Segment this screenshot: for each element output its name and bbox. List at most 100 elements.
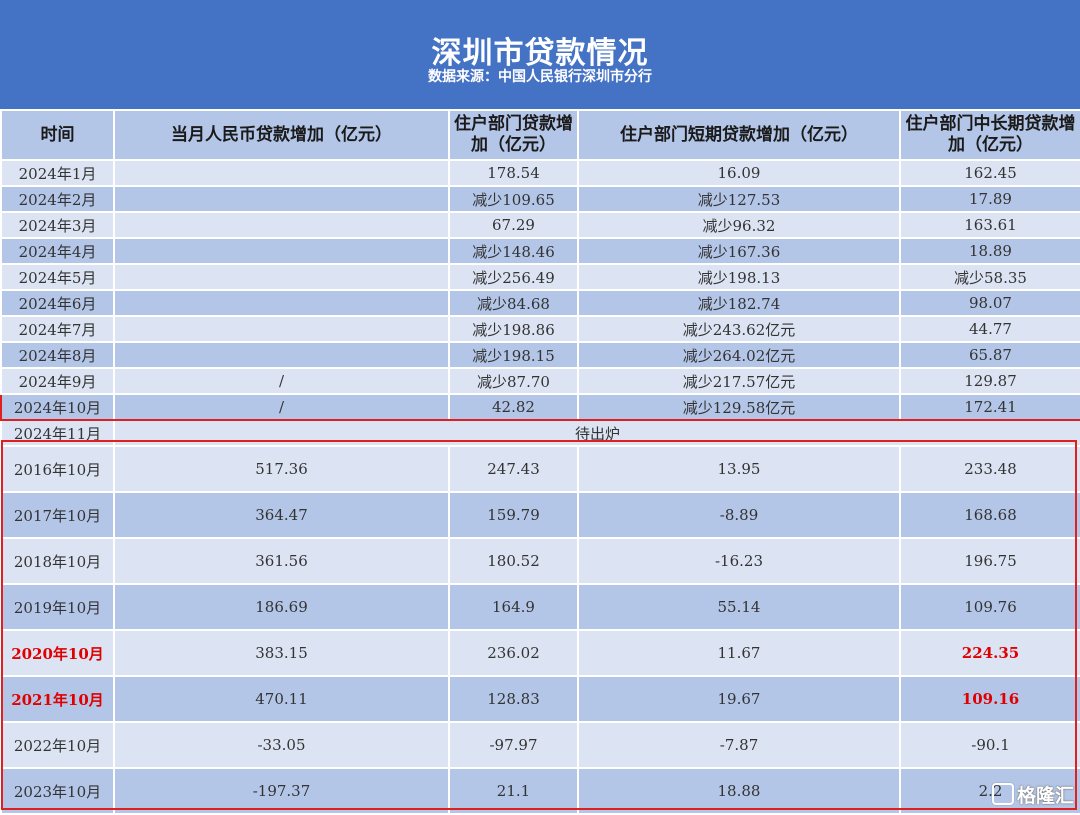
cell-time: 2024年3月 [0, 211, 115, 239]
table-row: 2024年4月 减少148.46 减少167.36 18.89 [0, 237, 1080, 265]
cell-rmb-loan [113, 159, 450, 187]
cell-short-term: 减少127.53 [577, 185, 901, 213]
cell-rmb-loan [113, 315, 450, 343]
cell-short-term: 减少129.58亿元 [577, 393, 901, 421]
cell-short-term: 13.95 [577, 445, 901, 493]
cell-rmb-loan [113, 211, 450, 239]
cell-pending-note: 待出炉 [113, 419, 1080, 447]
cell-time: 2024年1月 [0, 159, 115, 187]
table-row: 2023年10月 -197.37 21.1 18.88 2.2 [0, 767, 1080, 815]
cell-long-term: 129.87 [899, 367, 1080, 395]
cell-long-term: 196.75 [899, 537, 1080, 585]
table-row: 2016年10月 517.36 247.43 13.95 233.48 [0, 445, 1080, 493]
cell-time: 2016年10月 [0, 445, 115, 493]
col-header-rmb-loan: 当月人民币贷款增加（亿元） [113, 109, 450, 161]
table-row: 2024年1月 178.54 16.09 162.45 [0, 159, 1080, 187]
cell-rmb-loan [113, 263, 450, 291]
watermark-logo-icon [991, 783, 1014, 805]
cell-household: 159.79 [448, 491, 579, 539]
cell-household: 178.54 [448, 159, 579, 187]
cell-household: 247.43 [448, 445, 579, 493]
cell-household: 128.83 [448, 675, 579, 723]
cell-time: 2022年10月 [0, 721, 115, 769]
cell-household: 减少87.70 [448, 367, 579, 395]
cell-time: 2018年10月 [0, 537, 115, 585]
cell-time: 2021年10月 [0, 675, 115, 723]
table-row: 2020年10月 383.15 236.02 11.67 224.35 [0, 629, 1080, 677]
cell-long-term: 44.77 [899, 315, 1080, 343]
cell-household: 减少148.46 [448, 237, 579, 265]
cell-long-term: 17.89 [899, 185, 1080, 213]
cell-rmb-loan [113, 289, 450, 317]
cell-rmb-loan: 361.56 [113, 537, 450, 585]
cell-short-term: 18.88 [577, 767, 901, 815]
cell-short-term: 55.14 [577, 583, 901, 631]
cell-short-term: -7.87 [577, 721, 901, 769]
cell-time: 2019年10月 [0, 583, 115, 631]
cell-long-term: 233.48 [899, 445, 1080, 493]
cell-household: -97.97 [448, 721, 579, 769]
cell-long-term: 224.35 [899, 629, 1080, 677]
cell-rmb-loan: / [113, 393, 450, 421]
cell-household: 164.9 [448, 583, 579, 631]
cell-rmb-loan: 186.69 [113, 583, 450, 631]
cell-rmb-loan: 364.47 [113, 491, 450, 539]
cell-time: 2024年11月 [0, 419, 115, 447]
cell-short-term: 减少182.74 [577, 289, 901, 317]
cell-long-term: -90.1 [899, 721, 1080, 769]
cell-time: 2024年7月 [0, 315, 115, 343]
cell-short-term: 减少217.57亿元 [577, 367, 901, 395]
cell-short-term: 减少243.62亿元 [577, 315, 901, 343]
cell-rmb-loan: 383.15 [113, 629, 450, 677]
loan-table: 时间 当月人民币贷款增加（亿元） 住户部门贷款增加（亿元） 住户部门短期贷款增加… [0, 109, 1080, 815]
cell-long-term: 98.07 [899, 289, 1080, 317]
cell-rmb-loan: -197.37 [113, 767, 450, 815]
cell-time: 2024年2月 [0, 185, 115, 213]
data-source: 数据来源：中国人民银行深圳市分行 [428, 69, 652, 85]
watermark-text: 格隆汇 [1016, 785, 1074, 807]
cell-time: 2024年4月 [0, 237, 115, 265]
table-row: 2024年10月/42.82 减少129.58亿元 172.41 [0, 393, 1080, 421]
cell-rmb-loan: / [113, 367, 450, 395]
table-row: 2024年9月 / 减少87.70 减少217.57亿元 129.87 [0, 367, 1080, 395]
cell-time: 2024年5月 [0, 263, 115, 291]
pending-row: 2024年11月 待出炉 [0, 419, 1080, 447]
col-header-household: 住户部门贷款增加（亿元） [448, 109, 579, 161]
cell-rmb-loan: 517.36 [113, 445, 450, 493]
title-banner: 深圳市贷款情况 数据来源：中国人民银行深圳市分行 [0, 0, 1080, 109]
table-row: 2024年7月 减少198.86 减少243.62亿元 44.77 [0, 315, 1080, 343]
cell-long-term: 172.41 [899, 393, 1080, 421]
cell-long-term: 18.89 [899, 237, 1080, 265]
cell-long-term: 减少58.35 [899, 263, 1080, 291]
cell-household: 减少198.15 [448, 341, 579, 369]
cell-short-term: 减少198.13 [577, 263, 901, 291]
table-row: 2021年10月 470.11 128.83 19.67 109.16 [0, 675, 1080, 723]
cell-long-term: 65.87 [899, 341, 1080, 369]
cell-rmb-loan: 470.11 [113, 675, 450, 723]
table-row: 2024年2月 减少109.65 减少127.53 17.89 [0, 185, 1080, 213]
cell-time: 2024年8月 [0, 341, 115, 369]
table-row: 2019年10月 186.69 164.9 55.14 109.76 [0, 583, 1080, 631]
cell-short-term: 减少167.36 [577, 237, 901, 265]
cell-short-term: 16.09 [577, 159, 901, 187]
cell-rmb-loan [113, 185, 450, 213]
col-header-time: 时间 [0, 109, 115, 161]
cell-short-term: 减少96.32 [577, 211, 901, 239]
col-header-long-term: 住户部门中长期贷款增加（亿元） [899, 109, 1080, 161]
cell-short-term: -16.23 [577, 537, 901, 585]
table-row: 2024年3月 67.29 减少96.32 163.61 [0, 211, 1080, 239]
cell-household: 减少198.86 [448, 315, 579, 343]
cell-time: 2024年10月 [0, 393, 115, 421]
watermark: 格隆汇 [991, 781, 1074, 808]
table-row: 2024年8月 减少198.15 减少264.02亿元 65.87 [0, 341, 1080, 369]
cell-rmb-loan [113, 341, 450, 369]
cell-short-term: 减少264.02亿元 [577, 341, 901, 369]
cell-rmb-loan [113, 237, 450, 265]
table-row: 2024年6月 减少84.68 减少182.74 98.07 [0, 289, 1080, 317]
table-row: 2022年10月 -33.05 -97.97 -7.87 -90.1 [0, 721, 1080, 769]
cell-long-term: 162.45 [899, 159, 1080, 187]
cell-time: 2023年10月 [0, 767, 115, 815]
table-row: 2017年10月 364.47 159.79 -8.89 168.68 [0, 491, 1080, 539]
cell-household: 180.52 [448, 537, 579, 585]
cell-household: 21.1 [448, 767, 579, 815]
